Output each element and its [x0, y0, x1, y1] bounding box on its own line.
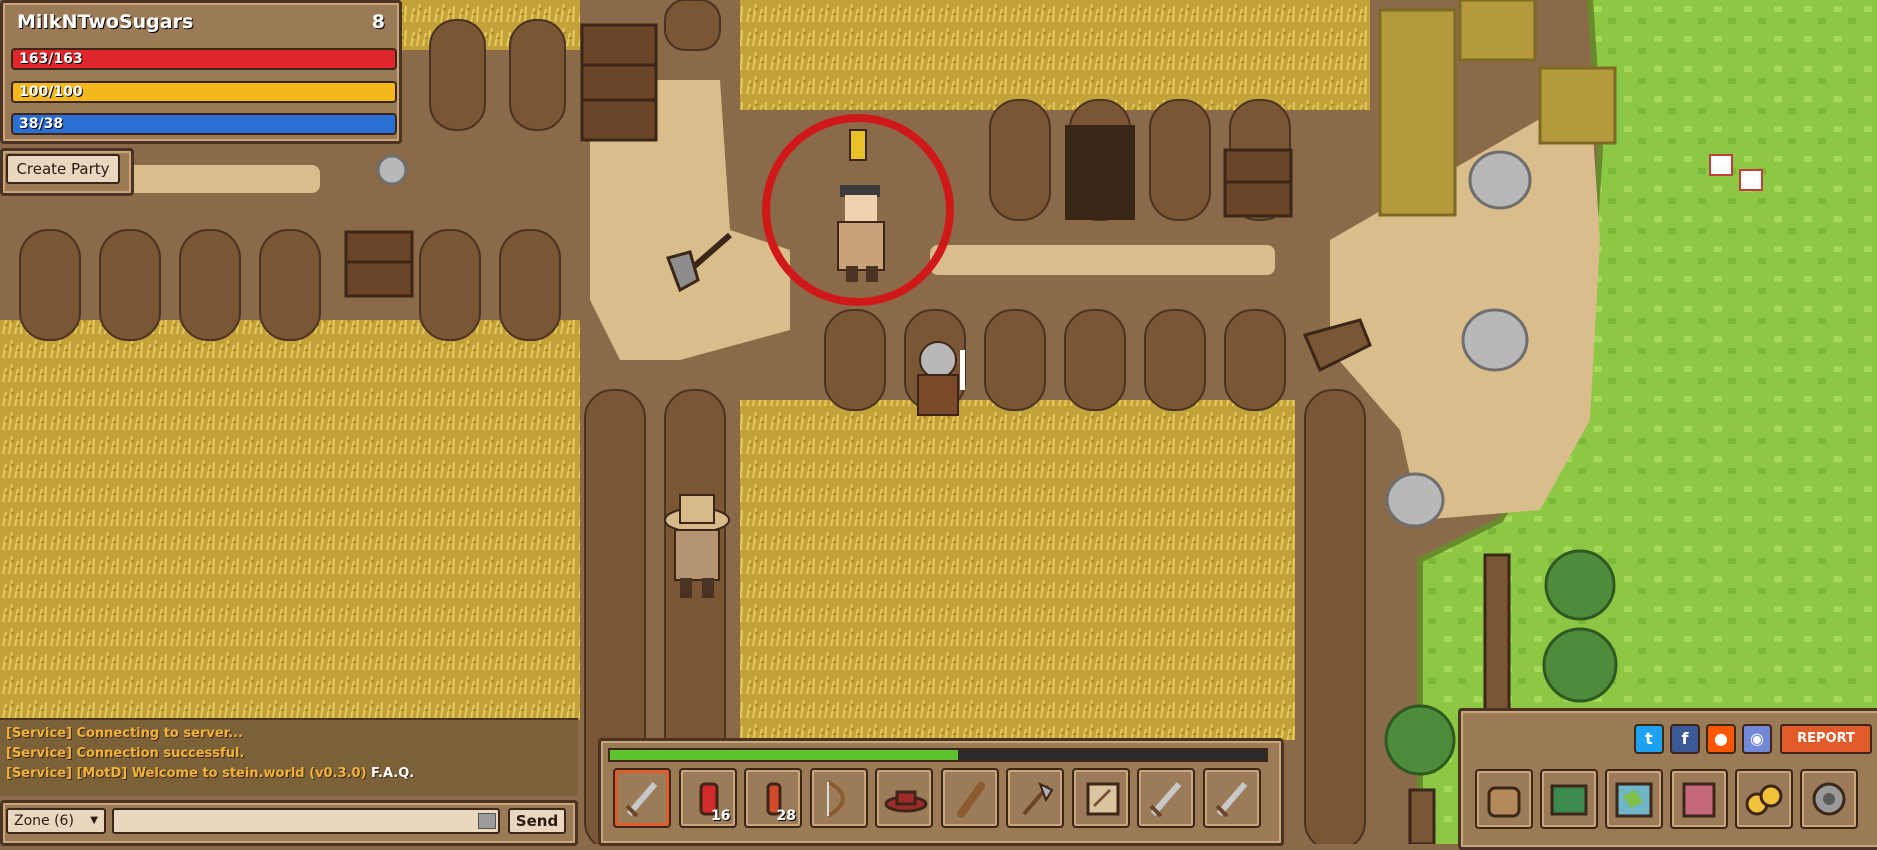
hotbar-slot[interactable]: 28 — [744, 768, 802, 828]
chevron-down-icon: ▼ — [90, 815, 98, 826]
discord-icon[interactable]: ◉ — [1742, 724, 1772, 754]
health-bar: 163/163 — [11, 48, 397, 70]
hotbar-slot[interactable] — [1137, 768, 1195, 828]
keyboard-icon[interactable] — [478, 813, 496, 829]
character-icon — [1682, 782, 1716, 818]
chat-log: [Service] Connecting to server... [Servi… — [0, 718, 578, 796]
club-icon — [956, 782, 985, 818]
chat-channel-select[interactable]: Zone (6) ▼ — [6, 808, 106, 834]
twitter-icon[interactable]: t — [1634, 724, 1664, 754]
hotbar-slot[interactable]: 16 — [678, 768, 737, 828]
create-party-button[interactable]: Create Party — [6, 154, 120, 184]
xp-bar-fill — [610, 750, 958, 760]
gold-coins-icon — [1745, 784, 1783, 816]
slot-count: 16 — [711, 808, 731, 824]
report-button[interactable]: REPORT — [1780, 724, 1872, 754]
inventory-bag-icon — [1487, 786, 1521, 818]
hat-icon — [884, 790, 928, 813]
quest-book-icon — [1550, 784, 1588, 816]
stamina-bar: 100/100 — [11, 81, 397, 103]
sword-icon — [1215, 782, 1247, 818]
hotbar-slot[interactable] — [875, 768, 933, 828]
mana-value: 38/38 — [19, 116, 64, 132]
gold-button[interactable] — [1735, 769, 1793, 829]
hotbar-slot[interactable] — [1006, 768, 1064, 828]
health-value: 163/163 — [19, 51, 83, 67]
chat-input[interactable] — [112, 808, 500, 834]
reddit-icon[interactable]: ● — [1706, 724, 1736, 754]
quest-book-button[interactable] — [1540, 769, 1598, 829]
sword-icon — [625, 782, 658, 818]
chat-channel-label: Zone (6) — [14, 813, 74, 829]
chat-message: [Service] [MotD] Welcome to stein.world … — [6, 764, 572, 784]
facebook-icon[interactable]: f — [1670, 724, 1700, 754]
settings-gear-icon — [1812, 782, 1846, 816]
hotbar-slot[interactable] — [809, 768, 868, 828]
hotbar-slot[interactable] — [1202, 768, 1261, 828]
player-level: 8 — [371, 11, 385, 33]
faq-link[interactable]: F.A.Q. — [371, 766, 414, 781]
hotbar-slot[interactable] — [1071, 768, 1130, 828]
slot-count: 28 — [776, 808, 796, 824]
xp-bar — [608, 748, 1268, 762]
chat-message: [Service] Connection successful. — [6, 746, 245, 761]
bow-icon — [826, 780, 845, 818]
scroll-icon — [1086, 782, 1119, 816]
world-map-button[interactable] — [1605, 769, 1663, 829]
hotbar-slot[interactable] — [940, 768, 999, 828]
axe-icon — [1022, 781, 1054, 816]
mana-bar: 38/38 — [11, 113, 397, 135]
player-name: MilkNTwoSugars — [17, 11, 194, 33]
stamina-value: 100/100 — [19, 84, 83, 100]
report-label: REPORT — [1797, 731, 1855, 746]
chat-message-text: [Service] [MotD] Welcome to stein.world … — [6, 766, 367, 781]
settings-button[interactable] — [1800, 769, 1858, 829]
world-map-icon — [1615, 782, 1653, 818]
player-status-panel: MilkNTwoSugars 8 163/163 100/100 38/38 — [0, 0, 402, 144]
hotbar-slot[interactable] — [613, 768, 671, 828]
chat-message: [Service] Connecting to server... — [6, 726, 244, 741]
send-button[interactable]: Send — [508, 808, 566, 834]
inventory-button[interactable] — [1475, 769, 1533, 829]
character-button[interactable] — [1670, 769, 1728, 829]
sword-icon — [1149, 782, 1182, 818]
